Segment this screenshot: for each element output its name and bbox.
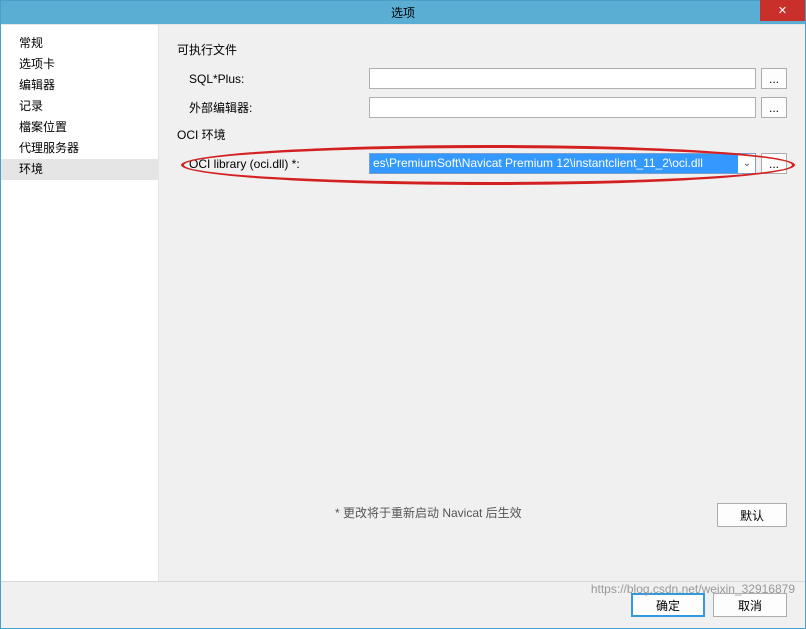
ok-button[interactable]: 确定	[631, 593, 705, 617]
ellipsis-icon: ...	[769, 101, 779, 115]
dialog-footer: 确定 取消	[1, 581, 805, 628]
sidebar-item-label: 记录	[19, 99, 43, 113]
sidebar-item-label: 编辑器	[19, 78, 55, 92]
sidebar-item-label: 常规	[19, 36, 43, 50]
input-ext-editor[interactable]	[369, 97, 756, 118]
dialog-body: 常规 选项卡 编辑器 记录 檔案位置 代理服务器 环境 可执行文件 SQL*Pl…	[1, 24, 805, 581]
sidebar-item-label: 代理服务器	[19, 141, 79, 155]
row-sqlplus: SQL*Plus: ...	[177, 68, 787, 89]
sidebar-item-label: 选项卡	[19, 57, 55, 71]
label-sqlplus: SQL*Plus:	[189, 72, 369, 86]
combo-oci-lib[interactable]: es\PremiumSoft\Navicat Premium 12\instan…	[369, 153, 756, 174]
content-panel: 可执行文件 SQL*Plus: ... 外部编辑器: ... OCI 环境 OC…	[159, 24, 805, 581]
browse-sqlplus-button[interactable]: ...	[761, 68, 787, 89]
ellipsis-icon: ...	[769, 157, 779, 171]
sidebar-item-proxy[interactable]: 代理服务器	[1, 138, 158, 159]
ellipsis-icon: ...	[769, 72, 779, 86]
ok-button-label: 确定	[656, 597, 680, 614]
window-title: 选项	[1, 4, 805, 21]
titlebar: 选项 ✕	[1, 1, 805, 24]
input-oci-lib-selection: es\PremiumSoft\Navicat Premium 12\instan…	[370, 154, 738, 173]
sidebar: 常规 选项卡 编辑器 记录 檔案位置 代理服务器 环境	[1, 24, 159, 581]
sidebar-item-tabs[interactable]: 选项卡	[1, 54, 158, 75]
restart-note: * 更改将于重新启动 Navicat 后生效	[335, 504, 522, 521]
label-ext-editor: 外部编辑器:	[189, 99, 369, 116]
close-icon: ✕	[778, 4, 787, 17]
close-button[interactable]: ✕	[760, 0, 805, 21]
sidebar-item-label: 檔案位置	[19, 120, 67, 134]
row-ext-editor: 外部编辑器: ...	[177, 97, 787, 118]
cancel-button[interactable]: 取消	[713, 593, 787, 617]
section-executable: 可执行文件	[177, 41, 787, 58]
label-oci-lib: OCI library (oci.dll) *:	[189, 157, 369, 171]
default-button[interactable]: 默认	[717, 503, 787, 527]
browse-oci-lib-button[interactable]: ...	[761, 153, 787, 174]
input-sqlplus[interactable]	[369, 68, 756, 89]
sidebar-item-editor[interactable]: 编辑器	[1, 75, 158, 96]
default-button-label: 默认	[740, 507, 764, 524]
cancel-button-label: 取消	[738, 597, 762, 614]
sidebar-item-general[interactable]: 常规	[1, 33, 158, 54]
section-oci: OCI 环境	[177, 126, 787, 143]
sidebar-item-environment[interactable]: 环境	[1, 159, 158, 180]
sidebar-item-records[interactable]: 记录	[1, 96, 158, 117]
sidebar-item-file-location[interactable]: 檔案位置	[1, 117, 158, 138]
browse-ext-editor-button[interactable]: ...	[761, 97, 787, 118]
sidebar-item-label: 环境	[19, 162, 43, 176]
row-oci-lib: OCI library (oci.dll) *: es\PremiumSoft\…	[177, 153, 787, 174]
chevron-down-icon[interactable]: ⌄	[739, 154, 755, 173]
options-dialog: 选项 ✕ 常规 选项卡 编辑器 记录 檔案位置 代理服务器 环境 可执行文件 S…	[0, 0, 806, 629]
